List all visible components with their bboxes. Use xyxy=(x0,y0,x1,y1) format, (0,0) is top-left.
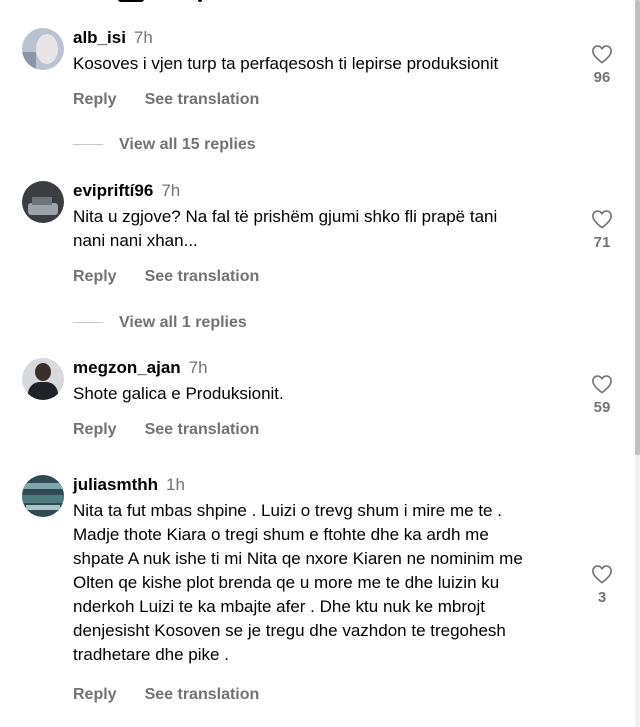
heart-icon[interactable] xyxy=(591,564,613,584)
cropped-previous-comment xyxy=(0,0,640,4)
timestamp[interactable]: 7h xyxy=(161,181,180,200)
like-count: 59 xyxy=(593,399,611,416)
heart-icon[interactable] xyxy=(591,44,613,64)
like-control: 96 xyxy=(588,44,616,86)
divider-line xyxy=(73,322,103,324)
comment-header: megzon_ajan 7h xyxy=(73,358,208,378)
like-count: 96 xyxy=(593,69,611,86)
username[interactable]: juliasmthh xyxy=(73,475,158,494)
comment-header: evipriftí96 7h xyxy=(73,181,180,201)
timestamp[interactable]: 7h xyxy=(134,28,153,47)
comment-header: juliasmthh 1h xyxy=(73,475,185,495)
like-control: 3 xyxy=(588,564,616,606)
comment-text: Kosoves i vjen turp ta perfaqesosh ti le… xyxy=(73,54,499,73)
like-count: 3 xyxy=(597,589,607,606)
scrollbar-thumb[interactable] xyxy=(635,0,640,455)
username[interactable]: evipriftí96 xyxy=(73,181,153,200)
see-translation-button[interactable]: See translation xyxy=(145,268,260,285)
avatar[interactable] xyxy=(22,28,64,70)
comment-actions: Reply See translation xyxy=(73,421,287,439)
divider-line xyxy=(73,144,103,146)
avatar[interactable] xyxy=(22,181,64,223)
view-replies-label: View all 15 replies xyxy=(119,136,256,153)
see-translation-button[interactable]: See translation xyxy=(145,91,260,108)
reply-button[interactable]: Reply xyxy=(73,421,117,438)
timestamp[interactable]: 7h xyxy=(189,358,208,377)
comment-actions: Reply See translation xyxy=(73,91,287,109)
avatar[interactable] xyxy=(22,358,64,400)
reply-button[interactable]: Reply xyxy=(73,91,117,108)
see-translation-button[interactable]: See translation xyxy=(145,421,260,438)
heart-icon[interactable] xyxy=(591,209,613,229)
reply-button[interactable]: Reply xyxy=(73,268,117,285)
see-translation-button[interactable]: See translation xyxy=(145,686,260,703)
username[interactable]: alb_isi xyxy=(73,28,126,47)
like-count: 71 xyxy=(593,234,611,251)
comment-actions: Reply See translation xyxy=(73,268,287,286)
heart-icon[interactable] xyxy=(591,374,613,394)
comment-text: Nita u zgjove? Na fal të prishëm gjumi s… xyxy=(73,207,498,250)
comment-text: Shote galica e Produksionit. xyxy=(73,384,284,403)
timestamp[interactable]: 1h xyxy=(166,475,185,494)
view-replies-button[interactable]: View all 1 replies xyxy=(73,314,247,332)
view-replies-button[interactable]: View all 15 replies xyxy=(73,136,256,154)
avatar[interactable] xyxy=(22,475,64,517)
like-control: 71 xyxy=(588,209,616,251)
view-replies-label: View all 1 replies xyxy=(119,314,247,331)
reply-button[interactable]: Reply xyxy=(73,686,117,703)
comment-text: Nita ta fut mbas shpine . Luizi o trevg … xyxy=(73,501,523,664)
comment-actions: Reply See translation xyxy=(73,686,287,704)
like-control: 59 xyxy=(588,374,616,416)
comment-header: alb_isi 7h xyxy=(73,28,153,48)
username[interactable]: megzon_ajan xyxy=(73,358,181,377)
